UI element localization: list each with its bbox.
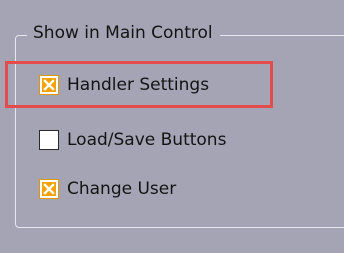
load-save-buttons-label: Load/Save Buttons xyxy=(67,130,227,150)
load-save-buttons-checkbox[interactable] xyxy=(39,130,59,150)
groupbox-title: Show in Main Control xyxy=(27,21,220,45)
change-user-label: Change User xyxy=(67,179,177,199)
highlight-box xyxy=(5,61,273,108)
change-user-checkbox[interactable] xyxy=(39,179,59,199)
change-user-option[interactable]: Change User xyxy=(39,177,176,201)
load-save-buttons-option[interactable]: Load/Save Buttons xyxy=(39,128,226,152)
checkmark-x-icon xyxy=(42,182,56,196)
